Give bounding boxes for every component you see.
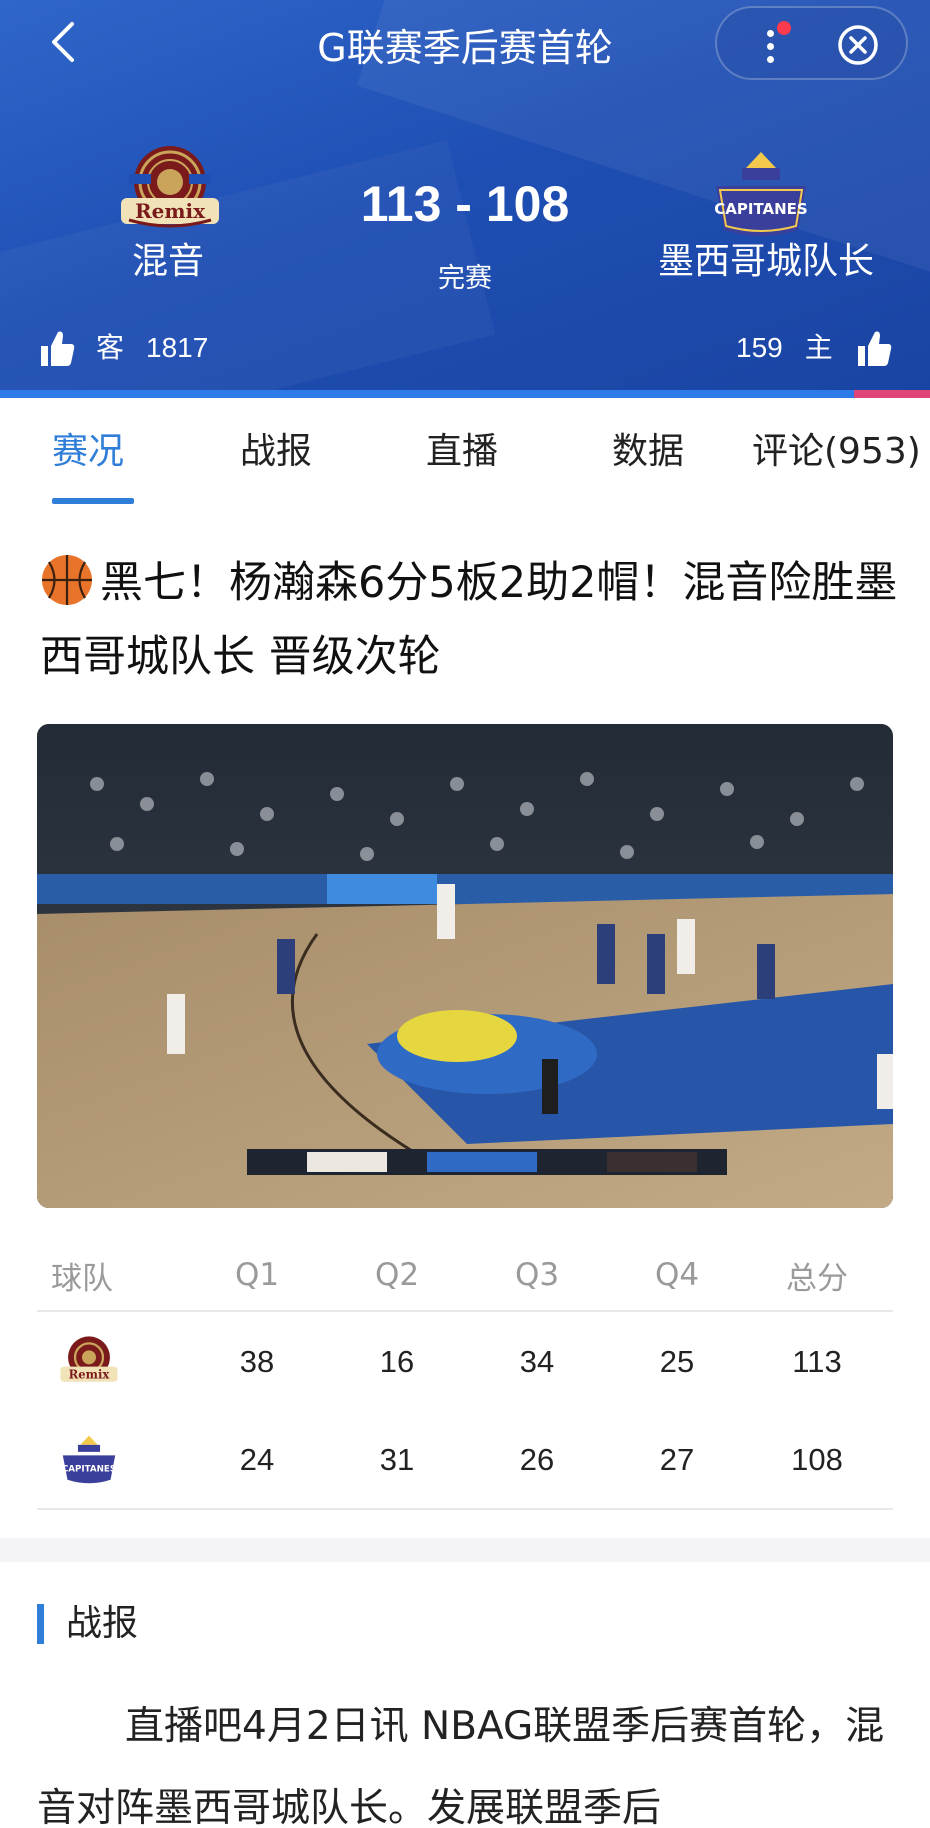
box-score-table: 球队 Q1 Q2 Q3 Q4 总分 Remix 38 16 34 25 113 (37, 1240, 893, 1510)
svg-text:Remix: Remix (69, 1367, 111, 1381)
capitanes-logo-icon: CAPITANES (714, 152, 808, 236)
home-team-name: 墨西哥城队长 (657, 241, 874, 282)
report-text: 直播吧4月2日讯 NBAG联盟季后赛首轮，混音对阵墨西哥城队长。发展联盟季后 (37, 1704, 885, 1828)
tab-comments[interactable]: 评论(953) (752, 428, 921, 476)
mini-program-capsule (715, 6, 908, 80)
video-frame-image (37, 724, 893, 1208)
q4-score: 25 (659, 1343, 695, 1379)
home-like-count: 159 (736, 332, 783, 363)
q4-score: 27 (659, 1441, 695, 1477)
q1-score: 38 (239, 1343, 275, 1379)
highlight-video[interactable] (37, 724, 893, 1208)
away-side-label: 客 (96, 331, 125, 364)
more-button[interactable] (745, 18, 795, 72)
more-dots-icon (767, 30, 774, 37)
svg-text:CAPITANES: CAPITANES (62, 1464, 116, 1474)
table-row: Remix 38 16 34 25 113 (37, 1312, 893, 1411)
home-side-label: 主 (804, 331, 833, 364)
home-like-row: 159 主 (736, 326, 893, 370)
report-section-title: 战报 (37, 1600, 138, 1648)
tab-stats[interactable]: 数据 (612, 428, 684, 476)
section-accent-bar (37, 1604, 44, 1644)
column-header-team: 球队 (51, 1260, 113, 1297)
home-team-logo[interactable]: CAPITANES (706, 146, 816, 246)
away-like-count: 1817 (146, 332, 209, 363)
more-dots-icon (767, 43, 774, 50)
thumbs-up-icon[interactable] (855, 328, 893, 368)
tab-bar: 赛况 战报 直播 数据 评论(953) (0, 398, 930, 514)
active-tab-indicator (52, 498, 134, 504)
more-dots-icon (767, 56, 774, 63)
match-header: G联赛季后赛首轮 Remix 混音 113 - 108 完赛 CAPITANES… (0, 0, 930, 398)
tab-report[interactable]: 战报 (240, 428, 312, 476)
away-like-row: 客 1817 (38, 326, 208, 370)
close-circle-icon (838, 25, 878, 65)
remix-logo-icon: Remix (37, 1312, 137, 1411)
news-headline[interactable]: 黑七！杨瀚森6分5板2助2帽！混音险胜墨西哥城队长 晋级次轮 (40, 546, 900, 694)
tab-live[interactable]: 直播 (426, 428, 498, 476)
headline-text: 黑七！杨瀚森6分5板2助2帽！混音险胜墨西哥城队长 晋级次轮 (40, 558, 898, 682)
table-row: CAPITANES 24 31 26 27 108 (37, 1411, 893, 1510)
svg-text:CAPITANES: CAPITANES (714, 200, 807, 218)
total-score: 108 (791, 1441, 843, 1477)
report-section-label: 战报 (66, 1603, 139, 1644)
column-header-q4: Q4 (654, 1257, 700, 1293)
header-stripe-accent (854, 390, 930, 398)
box-score-header: 球队 Q1 Q2 Q3 Q4 总分 (37, 1240, 893, 1312)
close-button[interactable] (835, 22, 881, 68)
q3-score: 26 (519, 1441, 555, 1477)
column-header-q2: Q2 (374, 1257, 420, 1293)
basketball-icon (42, 555, 92, 605)
column-header-total: 总分 (786, 1260, 848, 1297)
total-score: 113 (792, 1343, 842, 1379)
q2-score: 16 (379, 1343, 415, 1379)
column-header-q1: Q1 (234, 1257, 280, 1293)
column-header-q3: Q3 (514, 1257, 560, 1293)
header-stripe (0, 390, 930, 398)
section-divider (0, 1538, 930, 1562)
thumbs-up-icon[interactable] (38, 328, 76, 368)
tab-game-status[interactable]: 赛况 (52, 428, 124, 476)
capsule-divider (813, 26, 815, 64)
q3-score: 34 (519, 1343, 555, 1379)
notification-dot (777, 21, 791, 35)
capitanes-logo-icon: CAPITANES (37, 1411, 137, 1508)
q2-score: 31 (379, 1441, 415, 1477)
q1-score: 24 (239, 1441, 275, 1477)
